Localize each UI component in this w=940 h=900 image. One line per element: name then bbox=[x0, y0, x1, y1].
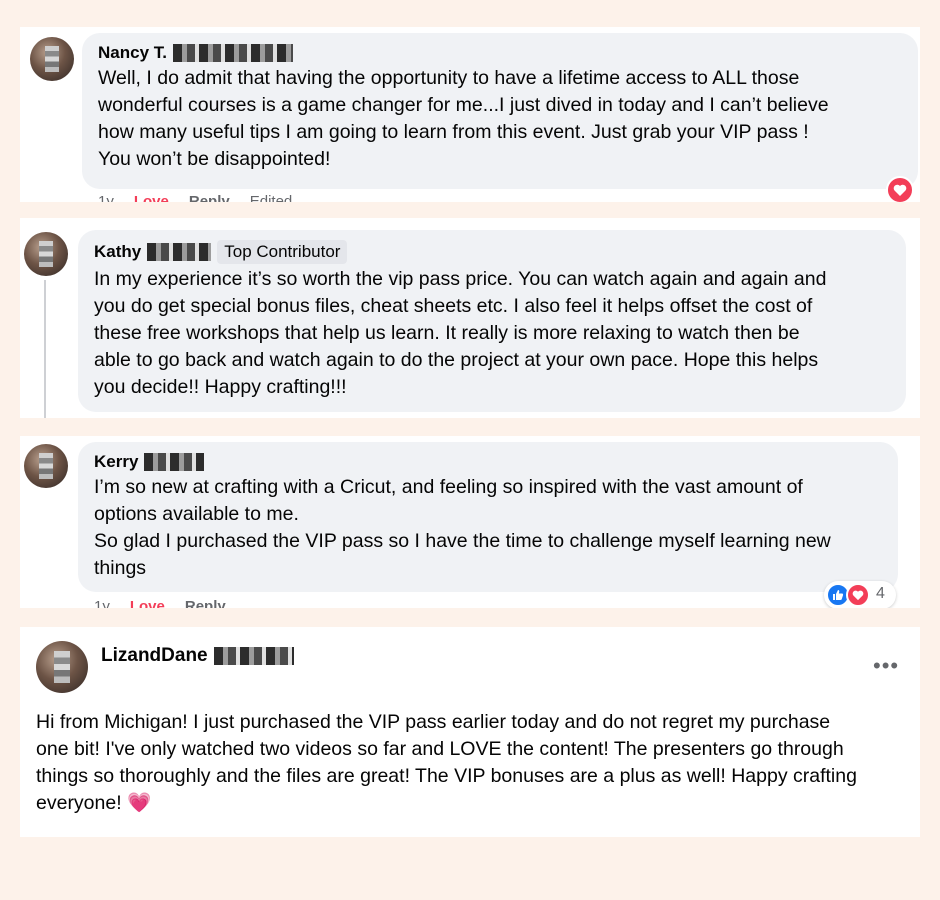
censored-surname bbox=[172, 44, 293, 62]
comment-card-kathy: Kathy Top Contributor In my experience i… bbox=[20, 218, 920, 418]
censored-surname bbox=[147, 243, 212, 261]
comment-text: In my experience it’s so worth the vip p… bbox=[94, 268, 827, 398]
post-text: Hi from Michigan! I just purchased the V… bbox=[36, 709, 916, 817]
comment-author[interactable]: Kerry bbox=[94, 452, 138, 472]
comment-bubble: Kathy Top Contributor In my experience i… bbox=[78, 230, 906, 412]
comment-card-nancy: Nancy T. Well, I do admit that having th… bbox=[20, 27, 920, 202]
comment-card-kerry: Kerry I’m so new at crafting with a Cric… bbox=[20, 436, 920, 608]
comment-actions: 1y Love Reply Edited bbox=[98, 193, 292, 202]
avatar[interactable] bbox=[24, 444, 68, 488]
post-card-lizanddane: LizandDane ••• Hi from Michigan! I just … bbox=[20, 627, 920, 837]
comment-author[interactable]: Nancy T. bbox=[98, 43, 167, 63]
love-button[interactable]: Love bbox=[134, 193, 169, 202]
heart-icon[interactable] bbox=[886, 176, 914, 202]
reply-button[interactable]: Reply bbox=[185, 598, 226, 608]
comment-text: Well, I do admit that having the opportu… bbox=[98, 67, 829, 170]
top-contributor-badge[interactable]: Top Contributor bbox=[217, 240, 348, 264]
comment-text: I’m so new at crafting with a Cricut, an… bbox=[94, 476, 831, 579]
comment-time[interactable]: 1y bbox=[98, 193, 114, 202]
censored-surname bbox=[213, 647, 294, 665]
thread-line bbox=[44, 280, 46, 418]
avatar[interactable] bbox=[24, 232, 68, 276]
comment-author[interactable]: Kathy bbox=[94, 242, 141, 262]
love-button[interactable]: Love bbox=[130, 598, 165, 608]
pink-heart-icon: 💗 bbox=[127, 792, 152, 814]
post-author[interactable]: LizandDane bbox=[101, 645, 208, 667]
heart-icon bbox=[846, 583, 870, 607]
edited-label[interactable]: Edited bbox=[250, 193, 293, 202]
avatar[interactable] bbox=[30, 37, 74, 81]
avatar[interactable] bbox=[36, 641, 88, 693]
reaction-summary[interactable]: 4 bbox=[824, 581, 896, 608]
post-body: Hi from Michigan! I just purchased the V… bbox=[36, 711, 857, 814]
comment-bubble: Kerry I’m so new at crafting with a Cric… bbox=[78, 442, 898, 592]
censored-surname bbox=[144, 453, 205, 471]
reaction-count: 4 bbox=[876, 585, 885, 602]
reply-button[interactable]: Reply bbox=[189, 193, 230, 202]
post-author-line: LizandDane bbox=[101, 645, 294, 667]
more-options-icon[interactable]: ••• bbox=[873, 653, 899, 679]
comment-actions: 1y Love Reply bbox=[94, 598, 226, 608]
comment-time[interactable]: 1y bbox=[94, 598, 110, 608]
comment-bubble: Nancy T. Well, I do admit that having th… bbox=[82, 33, 918, 189]
